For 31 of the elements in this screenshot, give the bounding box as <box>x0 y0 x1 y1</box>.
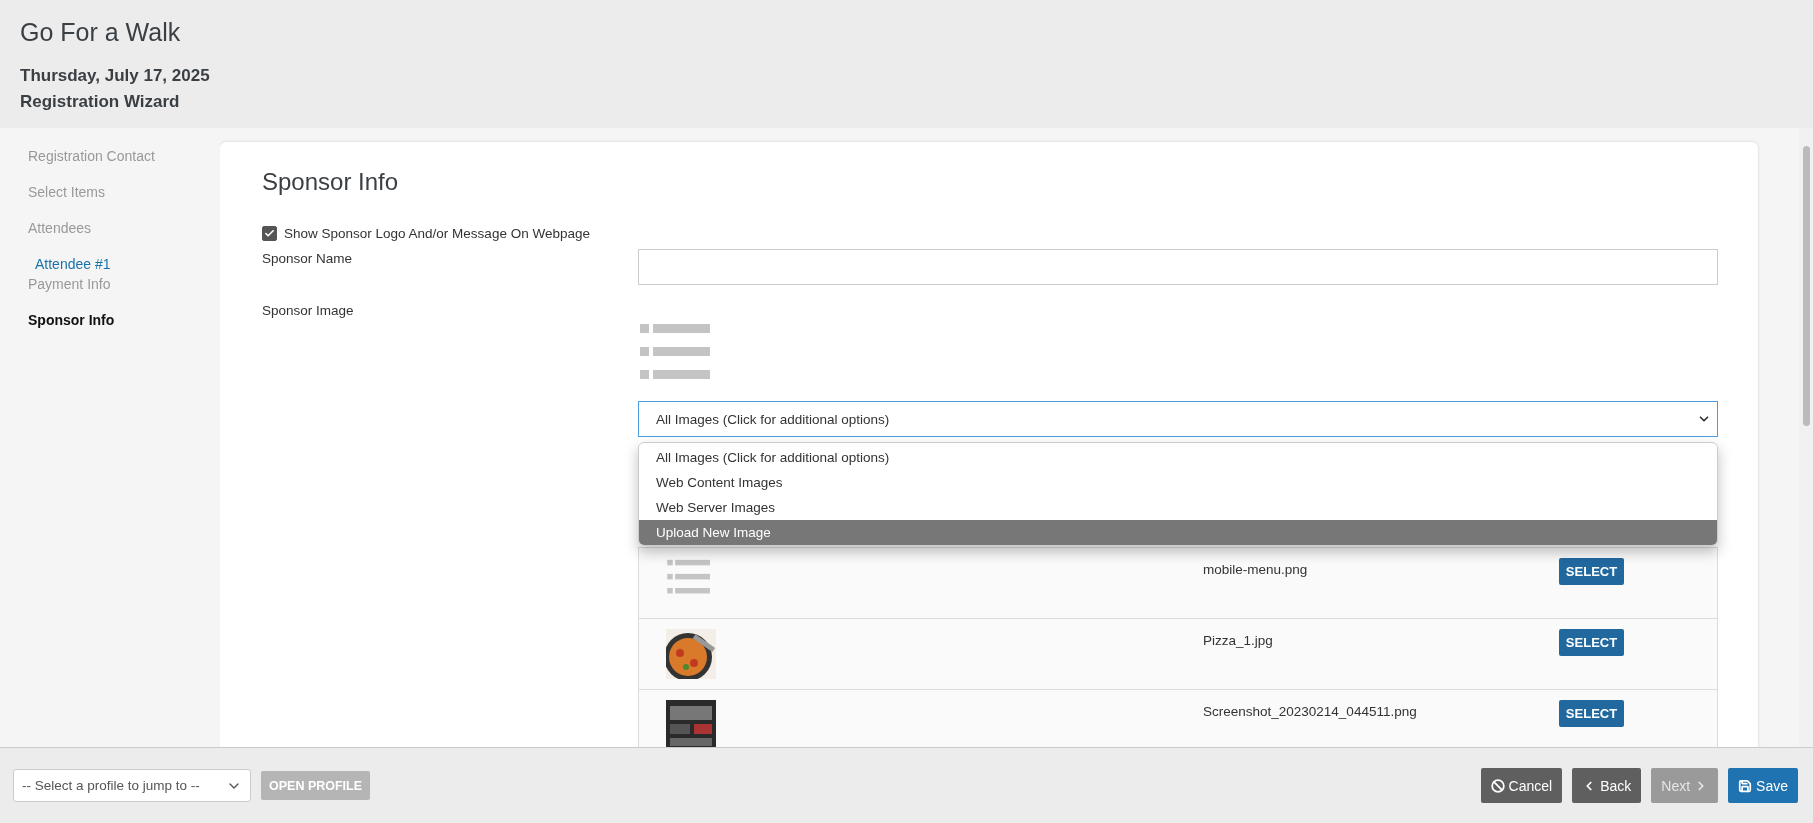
sidebar-item[interactable]: Attendee #1 <box>35 256 111 272</box>
file-name: mobile-menu.png <box>1203 561 1309 579</box>
list-icon <box>666 558 710 595</box>
input-field[interactable] <box>638 249 1718 285</box>
select-button[interactable]: SELECT <box>1559 629 1624 656</box>
checkbox-label: Show Sponsor Logo And/or Message On Webpage <box>284 226 590 241</box>
section-title: Sponsor Info <box>262 168 400 196</box>
dropdown-option[interactable]: All Images (Click for additional options) <box>639 445 1717 470</box>
scrollbar[interactable] <box>1799 128 1813 747</box>
select-button[interactable]: SELECT <box>1559 700 1624 727</box>
profile-select[interactable]: -- Select a profile to jump to -- <box>13 769 251 802</box>
event-title: Go For a Walk <box>20 18 182 47</box>
cancel-button[interactable]: Cancel <box>1480 768 1563 803</box>
ban-icon <box>1490 778 1505 793</box>
select-button[interactable]: SELECT <box>1559 558 1624 585</box>
field-label: Sponsor Image <box>262 302 355 320</box>
field-label: Sponsor Name <box>262 250 354 268</box>
page-subtitle: Registration Wizard <box>20 91 181 113</box>
dropdown-option[interactable]: Web Content Images <box>639 470 1717 495</box>
file-name: Screenshot_20230214_044511.png <box>1203 703 1418 721</box>
back-button[interactable]: Back <box>1572 768 1642 803</box>
list-icon <box>638 321 710 381</box>
dropdown-option[interactable]: Upload New Image <box>639 520 1717 545</box>
check-icon <box>264 228 275 239</box>
checkbox[interactable] <box>262 226 277 241</box>
image-source-select[interactable]: All Images (Click for additional options) <box>638 401 1718 437</box>
save-button[interactable]: Save <box>1728 768 1798 803</box>
sidebar-item[interactable]: Sponsor Info <box>28 312 115 328</box>
dropdown-option[interactable]: Web Server Images <box>639 495 1717 520</box>
file-name: Pizza_1.jpg <box>1203 632 1274 650</box>
event-date: Thursday, July 17, 2025 <box>20 65 211 87</box>
